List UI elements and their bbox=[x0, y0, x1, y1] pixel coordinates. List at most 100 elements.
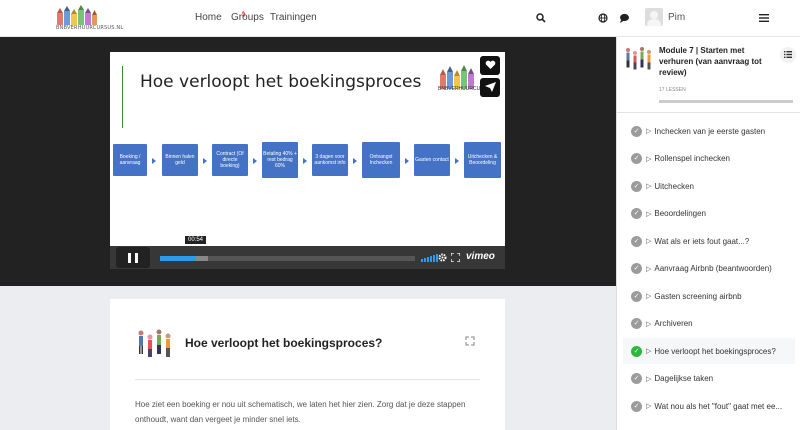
share-button[interactable] bbox=[480, 78, 500, 97]
lesson-label: Archiveren bbox=[654, 319, 693, 328]
nav-groups[interactable]: Groups bbox=[231, 12, 264, 23]
play-icon: ▷ bbox=[646, 293, 652, 300]
heart-icon bbox=[485, 60, 495, 69]
slide-accent-bar bbox=[122, 66, 123, 128]
slide-title: Hoe verloopt het boekingsproces bbox=[140, 72, 422, 92]
send-icon bbox=[484, 82, 496, 92]
flow-arrow bbox=[455, 158, 459, 164]
search-icon[interactable] bbox=[536, 13, 546, 23]
user-name[interactable]: Pim bbox=[668, 12, 685, 23]
vimeo-logo[interactable]: vimeo bbox=[466, 251, 495, 262]
check-icon: ✓ bbox=[631, 180, 642, 192]
check-icon: ✓ bbox=[631, 290, 642, 302]
process-flow: Boeking / aanvraag Binnen halen geld Con… bbox=[113, 142, 503, 184]
lesson-label: Inchecken van je eerste gasten bbox=[654, 126, 766, 136]
people-illustration-icon bbox=[138, 329, 171, 357]
lesson-item[interactable]: ✓ ▷ Aanvraag Airbnb (beantwoorden) bbox=[623, 256, 795, 282]
module-header: Module 7 | Starten met verhuren (van aan… bbox=[617, 37, 800, 113]
lesson-title: Hoe verloopt het boekingsproces? bbox=[185, 336, 383, 350]
check-icon: ✓ bbox=[631, 400, 642, 412]
check-icon: ✓ bbox=[631, 318, 642, 329]
flow-step: Binnen halen geld bbox=[162, 144, 198, 176]
houses-logo-icon bbox=[57, 5, 97, 25]
lesson-text: Hoe ziet een boeking er nou uit schemati… bbox=[135, 400, 466, 424]
lesson-item[interactable]: ✓ ▷ Dagelijkse taken bbox=[623, 366, 795, 392]
lesson-label: Uitchecken bbox=[654, 181, 694, 191]
lesson-item[interactable]: ✓ ▷ Gasten screening airbnb bbox=[623, 283, 795, 309]
flow-step: Ontvangst Inchecken bbox=[362, 142, 400, 178]
play-icon: ▷ bbox=[646, 403, 652, 410]
nav-home-label: Home bbox=[195, 12, 222, 23]
check-icon: ✓ bbox=[631, 373, 642, 384]
menu-icon[interactable] bbox=[759, 14, 769, 22]
expand-icon[interactable] bbox=[465, 336, 475, 346]
flow-arrow bbox=[203, 158, 207, 164]
chat-icon[interactable] bbox=[619, 13, 630, 23]
progress-played bbox=[160, 256, 196, 261]
lesson-count: 17 LESSEN bbox=[659, 87, 686, 93]
lesson-label: Aanvraag Airbnb (beantwoorden) bbox=[654, 264, 772, 273]
lesson-item[interactable]: ✓ ▷ Wat als er iets fout gaat...? bbox=[623, 228, 795, 254]
play-icon: ▷ bbox=[646, 265, 652, 273]
video-controls: 00:54 vimeo bbox=[110, 236, 505, 269]
lesson-label: Wat als er iets fout gaat...? bbox=[654, 236, 750, 246]
pause-button[interactable] bbox=[116, 247, 150, 268]
flow-arrow bbox=[152, 158, 156, 164]
flow-step: Contract (Of directe boeking) bbox=[212, 144, 248, 176]
time-tooltip: 00:54 bbox=[185, 236, 207, 244]
lesson-label: Gasten screening airbnb bbox=[654, 291, 742, 301]
nav-trainingen[interactable]: Trainingen bbox=[270, 12, 317, 23]
flow-arrow bbox=[405, 158, 409, 164]
play-icon: ▷ bbox=[646, 238, 652, 245]
top-header: BNBVERHUURCURSUS.NL Home 2 Groups Trainin… bbox=[0, 0, 800, 37]
progress-bar[interactable] bbox=[160, 256, 415, 261]
lesson-item[interactable]: ✓ ▷ Hoe verloopt het boekingsproces? bbox=[623, 338, 795, 364]
lesson-label: Hoe verloopt het boekingsproces? bbox=[654, 346, 776, 356]
globe-icon[interactable] bbox=[598, 13, 608, 23]
video-player[interactable]: Hoe verloopt het boekingsproces BNBVERHU… bbox=[110, 52, 505, 269]
play-icon: ▷ bbox=[646, 348, 652, 355]
pause-icon bbox=[128, 253, 131, 263]
list-icon bbox=[784, 51, 792, 58]
flow-arrow bbox=[303, 158, 307, 164]
lesson-item[interactable]: ✓ ▷ Wat nou als het "fout" gaat met ee... bbox=[623, 393, 795, 419]
flow-arrow bbox=[353, 158, 357, 164]
avatar[interactable] bbox=[645, 8, 663, 26]
check-icon: ✓ bbox=[631, 208, 642, 219]
fullscreen-icon[interactable] bbox=[451, 253, 460, 262]
play-icon: ▷ bbox=[646, 128, 652, 135]
lesson-item[interactable]: ✓ ▷ Beoordelingen bbox=[623, 201, 795, 227]
check-icon: ✓ bbox=[631, 263, 642, 274]
settings-icon[interactable] bbox=[438, 253, 447, 262]
lesson-item[interactable]: ✓ ▷ Rollenspel inchecken bbox=[623, 146, 795, 172]
flow-step: 3 dagen voor aankomst info bbox=[312, 144, 348, 176]
volume-icon[interactable] bbox=[421, 254, 438, 262]
module-progress-bar bbox=[659, 100, 793, 103]
list-toggle-button[interactable] bbox=[780, 47, 796, 63]
check-icon: ✓ bbox=[631, 153, 642, 164]
flow-step: Uitchecken & Beoordeling bbox=[464, 142, 501, 178]
flow-step: Boeking / aanvraag bbox=[113, 144, 147, 176]
lesson-item[interactable]: ✓ ▷ Uitchecken bbox=[623, 173, 795, 199]
check-icon: ✓ bbox=[631, 235, 642, 247]
lesson-label: Rollenspel inchecken bbox=[654, 154, 730, 163]
course-sidebar: Module 7 | Starten met verhuren (van aan… bbox=[616, 37, 800, 430]
module-title[interactable]: Module 7 | Starten met verhuren (van aan… bbox=[659, 45, 777, 78]
nav-home[interactable]: Home 2 bbox=[195, 11, 246, 23]
play-icon: ▷ bbox=[646, 183, 652, 190]
main-nav: Home 2 Groups Trainingen bbox=[195, 11, 317, 23]
divider bbox=[135, 379, 480, 380]
lesson-label: Wat nou als het "fout" gaat met ee... bbox=[654, 401, 783, 411]
logo-text: BNBVERHUURCURSUS.NL bbox=[56, 25, 124, 31]
lesson-label: Dagelijkse taken bbox=[654, 374, 714, 383]
lesson-item[interactable]: ✓ ▷ Inchecken van je eerste gasten bbox=[623, 118, 795, 144]
site-logo[interactable]: BNBVERHUURCURSUS.NL bbox=[56, 5, 123, 32]
play-icon: ▷ bbox=[646, 375, 652, 383]
module-thumbnail-icon bbox=[626, 47, 651, 70]
flow-step: Betaling 40% + rest bedrag 60% bbox=[262, 142, 298, 178]
flow-step: Gasten contact bbox=[414, 144, 450, 176]
lesson-label: Beoordelingen bbox=[654, 209, 706, 218]
like-button[interactable] bbox=[480, 56, 500, 75]
play-icon: ▷ bbox=[646, 320, 652, 328]
lesson-item[interactable]: ✓ ▷ Archiveren bbox=[623, 311, 795, 337]
